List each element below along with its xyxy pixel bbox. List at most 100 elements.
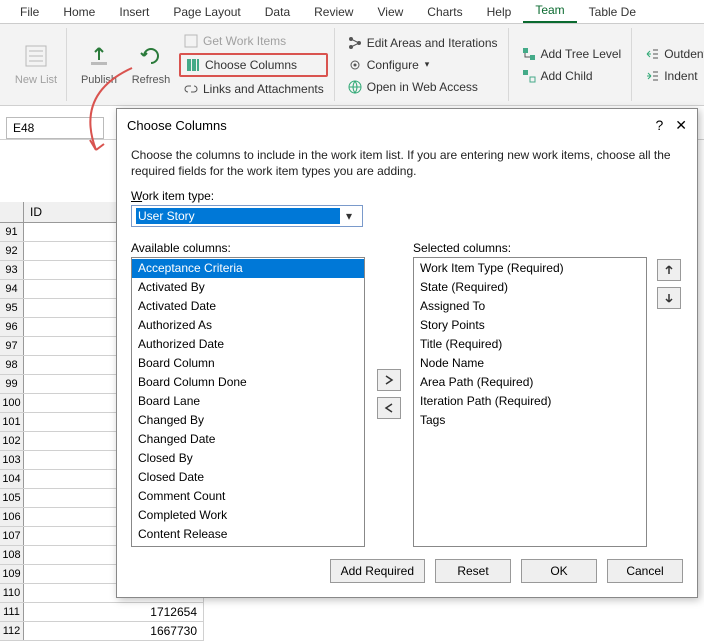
ribbon-tab-insert[interactable]: Insert	[107, 1, 161, 23]
ribbon-content: New List Publish Refresh Get Work Items …	[0, 24, 704, 106]
ribbon-tab-home[interactable]: Home	[51, 1, 107, 23]
move-right-button[interactable]	[377, 369, 401, 391]
edit-areas-button[interactable]: Edit Areas and Iterations	[343, 33, 502, 53]
list-item[interactable]: Content Release	[132, 525, 364, 544]
row-header[interactable]: 99	[0, 375, 24, 393]
add-tree-level-button[interactable]: Add Tree Level	[517, 44, 626, 64]
add-child-label: Add Child	[541, 69, 593, 83]
list-item[interactable]: Changed By	[132, 411, 364, 430]
help-button[interactable]: ?	[655, 117, 663, 133]
row-header[interactable]: 104	[0, 470, 24, 488]
list-item[interactable]: Authorized Date	[132, 335, 364, 354]
row-header[interactable]: 107	[0, 527, 24, 545]
row-header[interactable]: 110	[0, 584, 24, 602]
name-box-input[interactable]	[6, 117, 104, 139]
ribbon-tab-view[interactable]: View	[365, 1, 415, 23]
list-item[interactable]: Area Path (Required)	[414, 373, 646, 392]
selected-columns-label: Selected columns:	[413, 241, 647, 255]
row-header[interactable]: 109	[0, 565, 24, 583]
row-header[interactable]: 112	[0, 622, 24, 640]
ribbon-tab-help[interactable]: Help	[475, 1, 524, 23]
ribbon-tab-table-de[interactable]: Table De	[577, 1, 648, 23]
list-item[interactable]: Tags	[414, 411, 646, 430]
configure-button[interactable]: Configure ▾	[343, 55, 502, 75]
list-item[interactable]: Story Points	[414, 316, 646, 335]
ribbon-tab-charts[interactable]: Charts	[415, 1, 474, 23]
row-header[interactable]: 111	[0, 603, 24, 621]
move-down-button[interactable]	[657, 287, 681, 309]
edit-areas-label: Edit Areas and Iterations	[367, 36, 498, 50]
reset-button[interactable]: Reset	[435, 559, 511, 583]
publish-button[interactable]: Publish	[75, 28, 123, 100]
move-up-button[interactable]	[657, 259, 681, 281]
list-item[interactable]: State (Required)	[414, 278, 646, 297]
add-required-button[interactable]: Add Required	[330, 559, 425, 583]
open-web-button[interactable]: Open in Web Access	[343, 77, 502, 97]
download-icon	[183, 33, 199, 49]
indent-button[interactable]: Indent	[640, 66, 704, 86]
row-header[interactable]: 91	[0, 223, 24, 241]
list-item[interactable]: Comment Count	[132, 487, 364, 506]
list-item[interactable]: Board Column Done	[132, 373, 364, 392]
list-item[interactable]: Node Name	[414, 354, 646, 373]
ribbon-tab-team[interactable]: Team	[523, 0, 576, 23]
row-header[interactable]: 97	[0, 337, 24, 355]
list-item[interactable]: Closed Date	[132, 468, 364, 487]
row-header[interactable]: 108	[0, 546, 24, 564]
indent-icon	[644, 68, 660, 84]
links-attachments-button[interactable]: Links and Attachments	[179, 79, 328, 99]
selected-columns-list[interactable]: Work Item Type (Required)State (Required…	[413, 257, 647, 547]
row-header[interactable]: 100	[0, 394, 24, 412]
list-item[interactable]: Closed By	[132, 449, 364, 468]
refresh-icon	[137, 42, 165, 70]
row-header[interactable]: 106	[0, 508, 24, 526]
row-header[interactable]: 103	[0, 451, 24, 469]
move-left-button[interactable]	[377, 397, 401, 419]
get-work-items-button[interactable]: Get Work Items	[179, 31, 328, 51]
list-item[interactable]: Iteration Path (Required)	[414, 392, 646, 411]
row-header[interactable]: 102	[0, 432, 24, 450]
work-item-type-value: User Story	[136, 208, 340, 224]
refresh-button[interactable]: Refresh	[127, 28, 175, 100]
list-icon	[22, 42, 50, 70]
outdent-button[interactable]: Outdent	[640, 44, 704, 64]
list-item[interactable]: Acceptance Criteria	[132, 259, 364, 278]
ok-button[interactable]: OK	[521, 559, 597, 583]
row-header[interactable]: 94	[0, 280, 24, 298]
list-item[interactable]: Activated By	[132, 278, 364, 297]
dialog-description: Choose the columns to include in the wor…	[117, 141, 697, 189]
list-item[interactable]: Board Column	[132, 354, 364, 373]
list-item[interactable]: Board Lane	[132, 392, 364, 411]
chevron-down-icon[interactable]: ▾	[340, 209, 358, 223]
list-item[interactable]: Activated Date	[132, 297, 364, 316]
row-header[interactable]: 101	[0, 413, 24, 431]
list-item[interactable]: Assigned To	[414, 297, 646, 316]
cell[interactable]: 1667730	[24, 622, 204, 640]
row-header[interactable]: 92	[0, 242, 24, 260]
list-item[interactable]: Work Item Type (Required)	[414, 259, 646, 278]
new-list-button[interactable]: New List	[12, 28, 60, 100]
list-item[interactable]: Authorized As	[132, 316, 364, 335]
cancel-button[interactable]: Cancel	[607, 559, 683, 583]
list-item[interactable]: Completed Work	[132, 506, 364, 525]
row-header[interactable]: 93	[0, 261, 24, 279]
cell[interactable]: 1712654	[24, 603, 204, 621]
ribbon-tab-file[interactable]: File	[8, 1, 51, 23]
row-header[interactable]: 105	[0, 489, 24, 507]
row-header[interactable]: 95	[0, 299, 24, 317]
list-item[interactable]: Changed Date	[132, 430, 364, 449]
refresh-label: Refresh	[132, 74, 171, 86]
select-all-corner[interactable]	[0, 202, 24, 222]
choose-columns-button[interactable]: Choose Columns	[179, 53, 328, 77]
ribbon-tab-data[interactable]: Data	[253, 1, 302, 23]
row-header[interactable]: 96	[0, 318, 24, 336]
row-header[interactable]: 98	[0, 356, 24, 374]
work-item-type-combo[interactable]: User Story ▾	[131, 205, 363, 227]
add-child-button[interactable]: Add Child	[517, 66, 626, 86]
ribbon-tab-review[interactable]: Review	[302, 1, 365, 23]
configure-label: Configure	[367, 58, 419, 72]
available-columns-list[interactable]: Acceptance CriteriaActivated ByActivated…	[131, 257, 365, 547]
ribbon-tab-page-layout[interactable]: Page Layout	[161, 1, 252, 23]
close-button[interactable]: ✕	[675, 117, 687, 134]
list-item[interactable]: Title (Required)	[414, 335, 646, 354]
